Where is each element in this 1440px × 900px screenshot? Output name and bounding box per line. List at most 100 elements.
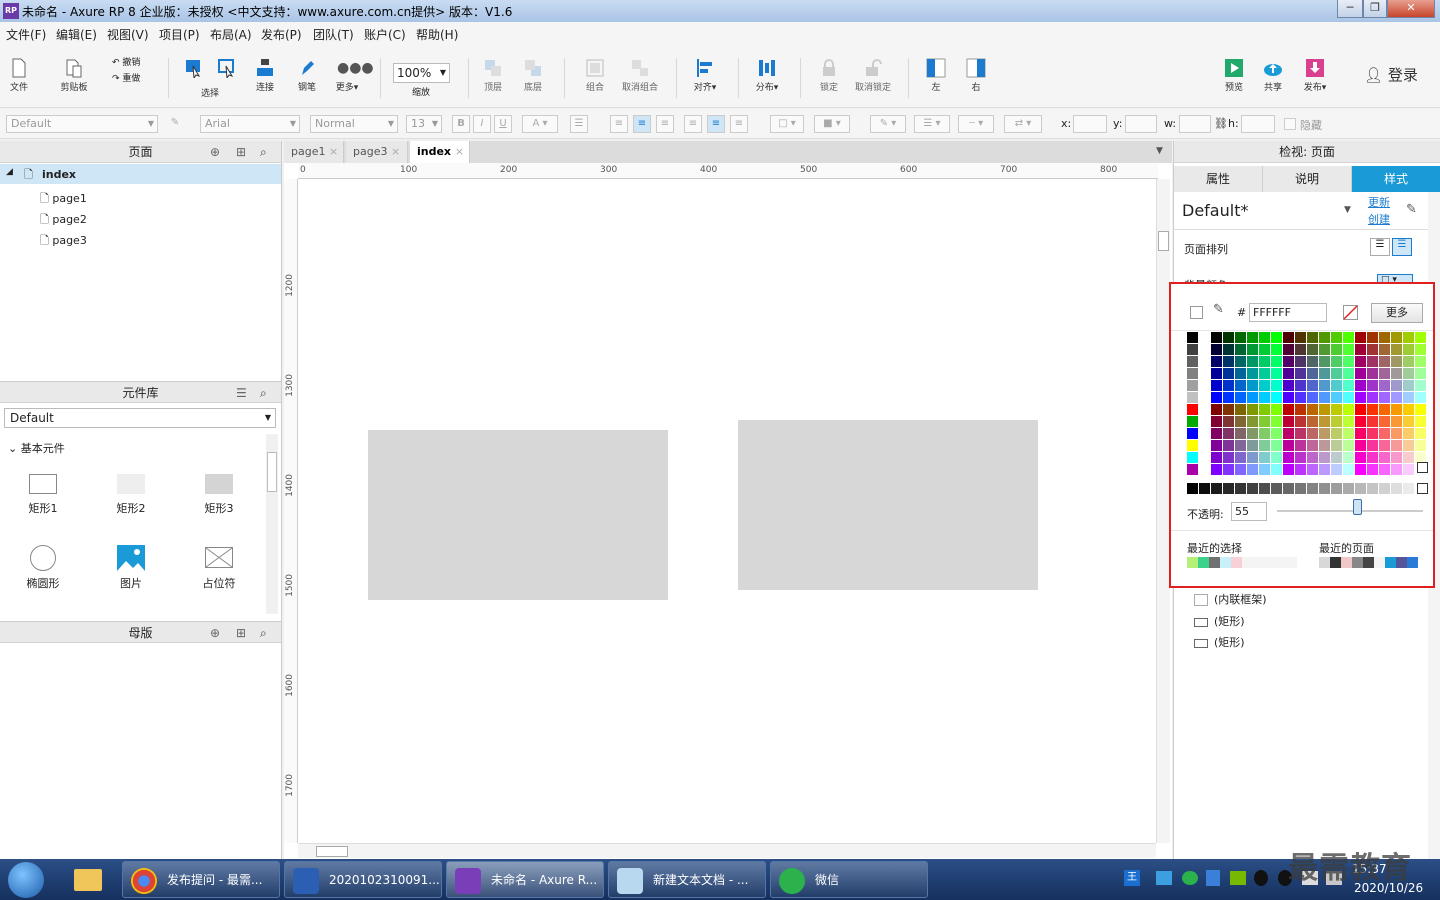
line-color-button[interactable]: ✎ ▾ bbox=[870, 115, 906, 133]
page-item-index[interactable]: ◢ 🗋 index bbox=[0, 164, 281, 184]
taskbar-item-wechat[interactable]: 微信 bbox=[770, 861, 928, 898]
login-button[interactable]: 👤︎ 登录 bbox=[1364, 64, 1418, 85]
update-style-link[interactable]: 更新 bbox=[1368, 194, 1390, 210]
page-item-page1[interactable]: 🗋 page1 bbox=[40, 190, 87, 209]
page-swatch[interactable] bbox=[1385, 557, 1396, 568]
fill-color-button[interactable]: □ ▾ bbox=[770, 115, 804, 133]
font-select[interactable]: Arial ▼ bbox=[200, 115, 300, 133]
h-input[interactable] bbox=[1241, 115, 1275, 133]
menu-edit[interactable]: 编辑(E) bbox=[56, 26, 97, 43]
bring-top-button[interactable]: 顶层 bbox=[478, 44, 508, 104]
scrollbar-thumb[interactable] bbox=[1158, 231, 1169, 251]
unlock-button[interactable]: 取消锁定 bbox=[852, 44, 894, 104]
y-input[interactable] bbox=[1125, 115, 1157, 133]
gray-swatch[interactable] bbox=[1247, 483, 1258, 494]
recent-swatch[interactable] bbox=[1286, 557, 1297, 568]
gray-swatch[interactable] bbox=[1271, 483, 1282, 494]
send-bottom-button[interactable]: 底层 bbox=[518, 44, 548, 104]
recent-swatch[interactable] bbox=[1198, 557, 1209, 568]
lock-button[interactable]: 锁定 bbox=[812, 44, 846, 104]
page-swatch[interactable] bbox=[1341, 557, 1352, 568]
style-edit-icon[interactable]: ✎ bbox=[166, 115, 184, 133]
page-swatch[interactable] bbox=[1407, 557, 1418, 568]
tray-app-icon[interactable] bbox=[1156, 871, 1172, 885]
recent-swatch[interactable] bbox=[1187, 557, 1198, 568]
add-folder-icon[interactable]: ⊞ bbox=[236, 622, 246, 644]
white-swatch[interactable] bbox=[1417, 483, 1428, 494]
file-button[interactable]: 文件 bbox=[4, 44, 34, 104]
opacity-input[interactable]: 55 bbox=[1231, 502, 1267, 521]
white-swatch[interactable] bbox=[1417, 462, 1428, 473]
grayscale-row[interactable] bbox=[1171, 284, 1433, 494]
page-swatch[interactable] bbox=[1352, 557, 1363, 568]
gray-swatch[interactable] bbox=[1187, 483, 1198, 494]
chevron-down-icon[interactable]: ▼ bbox=[1344, 205, 1351, 215]
align-text-left-button[interactable]: ≡ bbox=[610, 115, 628, 133]
gray-swatch[interactable] bbox=[1211, 483, 1222, 494]
taskbar-item-axure[interactable]: 未命名 - Axure R... bbox=[446, 861, 604, 898]
align-text-center-button[interactable]: ≡ bbox=[633, 115, 651, 133]
menu-help[interactable]: 帮助(H) bbox=[416, 26, 458, 43]
taskbar-item-chrome[interactable]: 发布提问 - 最需... bbox=[122, 861, 280, 898]
valign-middle-button[interactable]: ≡ bbox=[707, 115, 725, 133]
page-item-page2[interactable]: 🗋 page2 bbox=[40, 211, 87, 230]
gray-swatch[interactable] bbox=[1307, 483, 1318, 494]
connect-button[interactable]: 连接 bbox=[250, 44, 280, 104]
menu-publish[interactable]: 发布(P) bbox=[261, 26, 302, 43]
valign-bottom-button[interactable]: ≡ bbox=[730, 115, 748, 133]
group-button[interactable]: 组合 bbox=[580, 44, 610, 104]
menu-account[interactable]: 账户(C) bbox=[364, 26, 406, 43]
tab-index[interactable]: index × bbox=[410, 141, 470, 163]
gray-swatch[interactable] bbox=[1379, 483, 1390, 494]
canvas-rectangle-2[interactable] bbox=[738, 420, 1038, 590]
left-panel-toggle[interactable]: 左 bbox=[922, 44, 950, 104]
widget-ellipse[interactable]: 椭圆形 bbox=[13, 545, 73, 591]
page-swatch[interactable] bbox=[1319, 557, 1330, 568]
widget-rect1[interactable]: 矩形1 bbox=[13, 474, 73, 516]
recent-swatch[interactable] bbox=[1231, 557, 1242, 568]
close-button[interactable]: ✕ bbox=[1387, 0, 1435, 18]
zoom-select[interactable]: 100% ▼ bbox=[393, 63, 450, 83]
share-button[interactable]: 共享 bbox=[1258, 44, 1288, 104]
tray-nvidia-icon[interactable] bbox=[1230, 871, 1246, 885]
recent-colors[interactable] bbox=[1187, 557, 1297, 568]
more-button[interactable]: ●●● 更多▾ bbox=[330, 44, 374, 104]
recent-swatch[interactable] bbox=[1242, 557, 1253, 568]
page-item-page3[interactable]: 🗋 page3 bbox=[40, 232, 87, 251]
tab-properties[interactable]: 属性 bbox=[1174, 166, 1263, 192]
page-swatch[interactable] bbox=[1330, 557, 1341, 568]
outline-item-iframe[interactable]: (内联框架) bbox=[1194, 591, 1267, 607]
gray-swatch[interactable] bbox=[1319, 483, 1330, 494]
line-style-button[interactable]: ┄ ▾ bbox=[958, 115, 994, 133]
undo-button[interactable]: ↶ 撤销 bbox=[112, 55, 140, 68]
taskbar-item-word[interactable]: 2020102310091... bbox=[284, 861, 442, 898]
gray-swatch[interactable] bbox=[1343, 483, 1354, 494]
tree-collapse-icon[interactable]: ◢ bbox=[6, 167, 13, 177]
opacity-slider-thumb[interactable] bbox=[1353, 499, 1363, 515]
canvas-vscrollbar[interactable] bbox=[1156, 179, 1170, 843]
gray-swatch[interactable] bbox=[1259, 483, 1270, 494]
align-text-right-button[interactable]: ≡ bbox=[656, 115, 674, 133]
gray-swatch[interactable] bbox=[1355, 483, 1366, 494]
search-icon[interactable]: ⌕ bbox=[260, 622, 267, 644]
recent-page-colors[interactable] bbox=[1319, 557, 1418, 568]
align-button[interactable]: 对齐▾ bbox=[688, 44, 722, 104]
w-input[interactable] bbox=[1179, 115, 1211, 133]
recent-swatch[interactable] bbox=[1275, 557, 1286, 568]
clipboard-button[interactable]: 剪贴板 bbox=[56, 44, 92, 104]
canvas-hscrollbar[interactable] bbox=[298, 843, 1156, 858]
scrollbar-thumb[interactable] bbox=[316, 846, 348, 857]
widget-rect2[interactable]: 矩形2 bbox=[101, 474, 161, 516]
widget-rect3[interactable]: 矩形3 bbox=[189, 474, 249, 516]
preview-button[interactable]: 预览 bbox=[1220, 44, 1248, 104]
tab-page3[interactable]: page3 × bbox=[346, 141, 408, 163]
opacity-slider-track[interactable] bbox=[1277, 510, 1423, 512]
recent-swatch[interactable] bbox=[1253, 557, 1264, 568]
align-page-left-button[interactable]: ☰ bbox=[1370, 238, 1390, 256]
gray-swatch[interactable] bbox=[1331, 483, 1342, 494]
library-scrollbar[interactable] bbox=[266, 434, 278, 614]
close-icon[interactable]: × bbox=[391, 145, 400, 158]
start-button[interactable] bbox=[8, 862, 44, 898]
style-select[interactable]: Default ▼ bbox=[6, 115, 158, 133]
menu-file[interactable]: 文件(F) bbox=[6, 26, 46, 43]
